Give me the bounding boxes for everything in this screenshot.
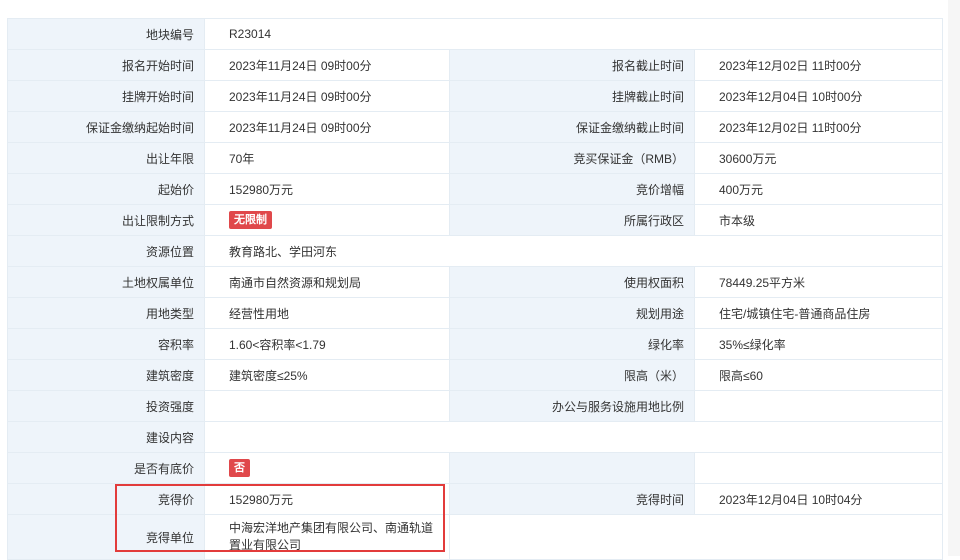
label-win-price: 竞得价 xyxy=(7,483,205,515)
value-investment xyxy=(204,390,450,422)
value-winner: 中海宏洋地产集团有限公司、南通轨道 置业有限公司 xyxy=(204,514,450,560)
label-height-limit: 限高（米） xyxy=(449,359,695,391)
label-planned-use: 规划用途 xyxy=(449,297,695,329)
value-area: 78449.25平方米 xyxy=(693,266,944,298)
table-row: 起始价 152980万元 竞价增幅 400万元 xyxy=(7,173,944,205)
label-owner: 土地权属单位 xyxy=(7,266,205,298)
label-investment: 投资强度 xyxy=(7,390,205,422)
label-bid-increment: 竞价增幅 xyxy=(449,173,695,205)
value-deposit-start: 2023年11月24日 09时00分 xyxy=(204,111,450,143)
label-reserve-price: 是否有底价 xyxy=(7,452,205,484)
empty-winner-cell xyxy=(448,514,944,560)
table-row: 竞得价 152980万元 竞得时间 2023年12月04日 10时04分 xyxy=(7,483,944,515)
label-density: 建筑密度 xyxy=(7,359,205,391)
value-listing-end: 2023年12月04日 10时00分 xyxy=(693,80,944,112)
value-win-time: 2023年12月04日 10时04分 xyxy=(693,483,944,515)
value-office-ratio xyxy=(693,390,944,422)
table-row: 容积率 1.60<容积率<1.79 绿化率 35%≤绿化率 xyxy=(7,328,944,360)
value-land-type: 经营性用地 xyxy=(204,297,450,329)
table-row: 竞得单位 中海宏洋地产集团有限公司、南通轨道 置业有限公司 xyxy=(7,514,944,560)
land-info-panel: 地块编号 R23014 报名开始时间 2023年11月24日 09时00分 报名… xyxy=(7,18,944,560)
label-deposit-start: 保证金缴纳起始时间 xyxy=(7,111,205,143)
value-parcel-no: R23014 xyxy=(203,18,944,50)
table-row: 建筑密度 建筑密度≤25% 限高（米） 限高≤60 xyxy=(7,359,944,391)
table-row: 土地权属单位 南通市自然资源和规划局 使用权面积 78449.25平方米 xyxy=(7,266,944,298)
value-location: 教育路北、学田河东 xyxy=(203,235,944,267)
label-bid-deposit: 竞买保证金（RMB） xyxy=(449,142,695,174)
label-location: 资源位置 xyxy=(7,235,205,267)
label-district: 所属行政区 xyxy=(449,204,695,236)
value-listing-start: 2023年11月24日 09时00分 xyxy=(204,80,450,112)
table-row: 地块编号 R23014 xyxy=(7,18,944,50)
value-deposit-end: 2023年12月02日 11时00分 xyxy=(693,111,944,143)
value-bid-deposit: 30600万元 xyxy=(693,142,944,174)
reserve-price-badge: 否 xyxy=(229,459,250,477)
label-restriction: 出让限制方式 xyxy=(7,204,205,236)
value-owner: 南通市自然资源和规划局 xyxy=(204,266,450,298)
value-restriction: 无限制 xyxy=(204,204,450,236)
value-reserve-price: 否 xyxy=(204,452,450,484)
winner-line-2: 置业有限公司 xyxy=(229,538,302,552)
value-bid-increment: 400万元 xyxy=(693,173,944,205)
winner-line-1: 中海宏洋地产集团有限公司、南通轨道 xyxy=(229,521,434,535)
restriction-badge: 无限制 xyxy=(229,211,272,229)
table-row: 是否有底价 否 xyxy=(7,452,944,484)
table-row: 建设内容 xyxy=(7,421,944,453)
table-row: 用地类型 经营性用地 规划用途 住宅/城镇住宅-普通商品住房 xyxy=(7,297,944,329)
value-height-limit: 限高≤60 xyxy=(693,359,944,391)
label-far: 容积率 xyxy=(7,328,205,360)
label-parcel-no: 地块编号 xyxy=(7,18,205,50)
label-green-rate: 绿化率 xyxy=(449,328,695,360)
table-row: 报名开始时间 2023年11月24日 09时00分 报名截止时间 2023年12… xyxy=(7,49,944,81)
label-listing-end: 挂牌截止时间 xyxy=(449,80,695,112)
value-term: 70年 xyxy=(204,142,450,174)
label-reg-end: 报名截止时间 xyxy=(449,49,695,81)
table-row: 保证金缴纳起始时间 2023年11月24日 09时00分 保证金缴纳截止时间 2… xyxy=(7,111,944,143)
label-office-ratio: 办公与服务设施用地比例 xyxy=(449,390,695,422)
value-green-rate: 35%≤绿化率 xyxy=(693,328,944,360)
label-area: 使用权面积 xyxy=(449,266,695,298)
label-term: 出让年限 xyxy=(7,142,205,174)
label-listing-start: 挂牌开始时间 xyxy=(7,80,205,112)
table-row: 投资强度 办公与服务设施用地比例 xyxy=(7,390,944,422)
value-win-price: 152980万元 xyxy=(204,483,450,515)
value-density: 建筑密度≤25% xyxy=(204,359,450,391)
label-land-type: 用地类型 xyxy=(7,297,205,329)
table-row: 资源位置 教育路北、学田河东 xyxy=(7,235,944,267)
table-row: 挂牌开始时间 2023年11月24日 09时00分 挂牌截止时间 2023年12… xyxy=(7,80,944,112)
value-reg-start: 2023年11月24日 09时00分 xyxy=(204,49,450,81)
land-info-table: 地块编号 R23014 报名开始时间 2023年11月24日 09时00分 报名… xyxy=(7,18,944,560)
table-row: 出让限制方式 无限制 所属行政区 市本级 xyxy=(7,204,944,236)
table-row: 出让年限 70年 竞买保证金（RMB） 30600万元 xyxy=(7,142,944,174)
empty-value-cell xyxy=(693,452,944,484)
scrollbar-track[interactable] xyxy=(948,0,960,556)
empty-label-cell xyxy=(449,452,695,484)
value-planned-use: 住宅/城镇住宅-普通商品住房 xyxy=(693,297,944,329)
value-reg-end: 2023年12月02日 11时00分 xyxy=(693,49,944,81)
value-start-price: 152980万元 xyxy=(204,173,450,205)
label-reg-start: 报名开始时间 xyxy=(7,49,205,81)
label-win-time: 竞得时间 xyxy=(449,483,695,515)
value-construction xyxy=(203,421,944,453)
value-district: 市本级 xyxy=(693,204,944,236)
value-far: 1.60<容积率<1.79 xyxy=(204,328,450,360)
label-deposit-end: 保证金缴纳截止时间 xyxy=(449,111,695,143)
label-construction: 建设内容 xyxy=(7,421,205,453)
label-start-price: 起始价 xyxy=(7,173,205,205)
label-winner: 竞得单位 xyxy=(7,514,205,560)
